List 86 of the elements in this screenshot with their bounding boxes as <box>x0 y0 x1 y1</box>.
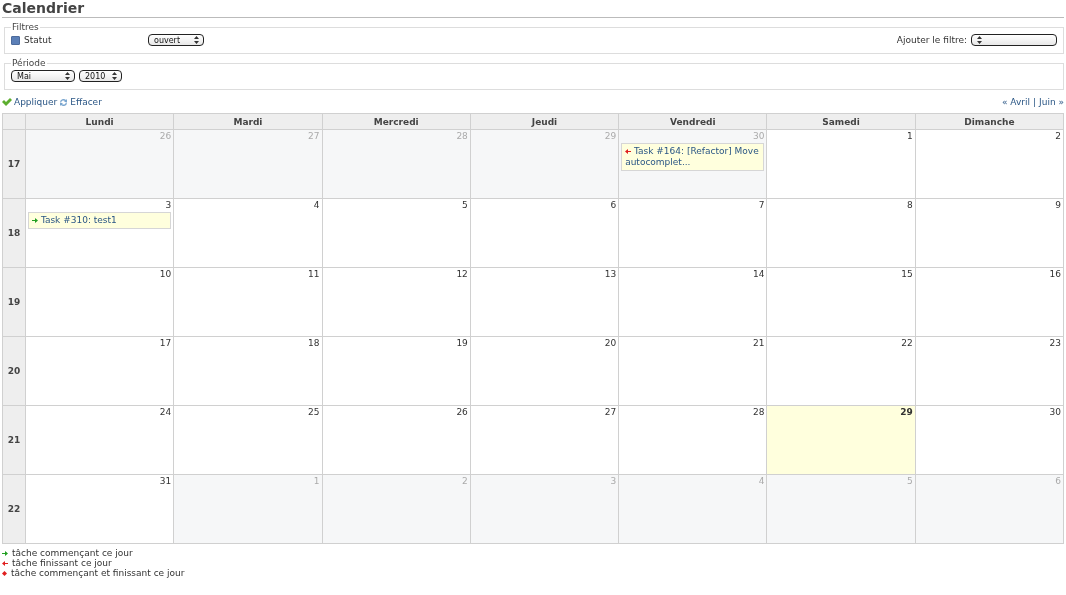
updown-icon <box>65 72 70 80</box>
add-filter-select[interactable] <box>971 34 1057 46</box>
day-header: Mercredi <box>322 114 471 130</box>
legend-text: tâche finissant ce jour <box>12 558 112 568</box>
day-number: 10 <box>159 269 172 280</box>
day-number: 5 <box>462 200 468 211</box>
day-number: 23 <box>1049 338 1061 349</box>
day-number: 6 <box>610 200 617 211</box>
day-number: 31 <box>159 476 172 487</box>
day-number: 8 <box>906 200 913 211</box>
day-number: 4 <box>758 476 765 487</box>
month-select[interactable]: Mai <box>11 70 75 82</box>
arrow-left-icon <box>2 560 8 566</box>
arrow-right-icon <box>2 550 8 556</box>
task-entry[interactable]: Task #310: test1 <box>28 212 172 229</box>
week-number: 19 <box>3 268 26 337</box>
day-number: 20 <box>604 338 617 349</box>
panel-legend: Période <box>11 58 47 68</box>
day-number: 2 <box>1055 131 1061 142</box>
day-number: 7 <box>758 200 765 211</box>
day-number: 2 <box>462 476 468 487</box>
day-number: 28 <box>456 131 468 142</box>
filter-label: Ajouter le filtre: <box>896 35 967 45</box>
clear-link[interactable]: Effacer <box>70 97 102 107</box>
legend-text: tâche commençant ce jour <box>12 548 133 558</box>
refresh-icon <box>59 97 69 107</box>
day-header: Vendredi <box>619 114 768 130</box>
day-number: 1 <box>313 476 320 487</box>
checkmark-icon <box>2 98 12 106</box>
day-number: 25 <box>308 407 320 418</box>
status-checkbox[interactable] <box>11 35 20 45</box>
apply-link[interactable]: Appliquer <box>14 97 58 107</box>
updown-icon <box>112 72 117 80</box>
task-entry[interactable]: Task #164: [Refactor] Move autocomplet... <box>621 143 765 171</box>
updown-icon <box>194 36 199 44</box>
week-number: 17 <box>3 130 26 199</box>
day-number: 1 <box>906 131 913 142</box>
day-number: 11 <box>308 269 320 280</box>
day-number: 6 <box>1055 476 1061 487</box>
day-number: 21 <box>752 338 765 349</box>
day-number: 16 <box>1049 269 1061 280</box>
day-header: Jeudi <box>470 114 620 130</box>
day-number: 28 <box>752 407 765 418</box>
week-number: 18 <box>3 199 26 268</box>
day-header: Lundi <box>26 114 175 130</box>
week-number: 20 <box>3 337 26 406</box>
day-number: 30 <box>752 131 765 142</box>
day-number: 24 <box>159 407 172 418</box>
day-number: 3 <box>165 200 172 211</box>
legend-text: tâche commençant et finissant ce jour <box>11 568 185 578</box>
status-select[interactable]: ouvert <box>148 34 204 46</box>
next-month-link[interactable]: Juin » <box>1039 97 1064 107</box>
panel-legend: Filtres <box>11 22 40 32</box>
day-number: 29 <box>900 407 913 418</box>
day-number: 12 <box>456 269 468 280</box>
day-number: 15 <box>901 269 913 280</box>
day-number: 3 <box>610 476 617 487</box>
year-select[interactable]: 2010 <box>79 70 122 82</box>
day-number: 13 <box>604 269 617 280</box>
day-number: 30 <box>1049 407 1061 418</box>
arrow-left-icon <box>625 149 632 154</box>
day-number: 27 <box>308 131 320 142</box>
day-number: 26 <box>159 131 172 142</box>
day-number: 5 <box>906 476 913 487</box>
separator-text: | <box>1033 97 1037 107</box>
day-number: 27 <box>604 407 617 418</box>
updown-icon <box>977 36 982 44</box>
day-number: 4 <box>313 200 320 211</box>
day-number: 9 <box>1055 200 1061 211</box>
day-number: 22 <box>901 338 913 349</box>
week-number: 22 <box>3 475 26 544</box>
day-number: 19 <box>456 338 468 349</box>
week-number: 21 <box>3 406 26 475</box>
arrow-right-icon <box>32 218 38 223</box>
day-header: Mardi <box>174 114 323 130</box>
day-header: Dimanche <box>915 114 1064 130</box>
previous-month-link[interactable]: « Avril <box>1002 97 1030 107</box>
filter-label: Statut <box>24 35 53 45</box>
page-title: Calendrier <box>2 0 1064 18</box>
day-number: 17 <box>159 338 172 349</box>
day-number: 26 <box>456 407 468 418</box>
day-number: 29 <box>604 131 617 142</box>
day-number: 14 <box>752 269 765 280</box>
day-header: Samedi <box>767 114 916 130</box>
diamond-icon <box>2 570 7 576</box>
day-number: 18 <box>308 338 320 349</box>
